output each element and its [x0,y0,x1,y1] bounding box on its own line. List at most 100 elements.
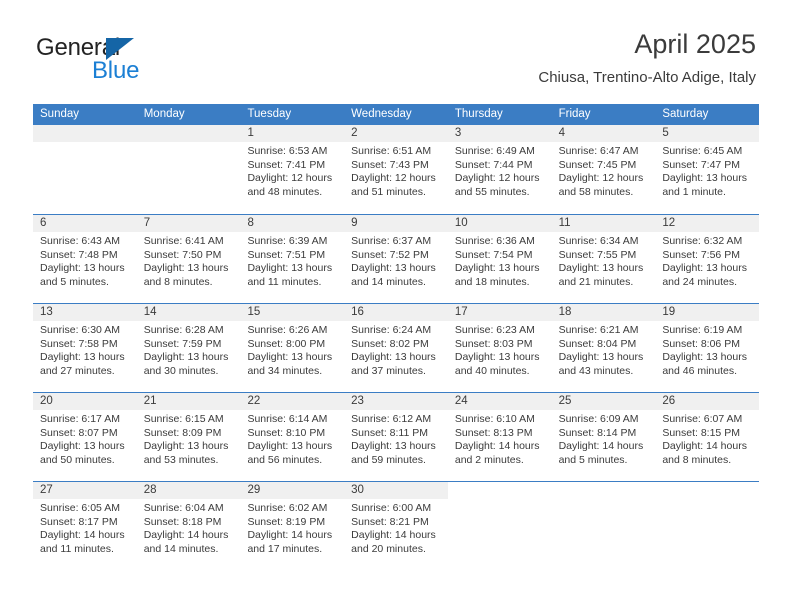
calendar-day-cell[interactable]: 17 Sunrise: 6:23 AM Sunset: 8:03 PM Dayligh… [447,304,552,392]
calendar-day-cell[interactable]: 28 Sunrise: 6:04 AM Sunset: 8:18 PM Dayligh… [136,482,241,570]
calendar-empty-cell [136,125,241,214]
day-details: Sunrise: 6:39 AM Sunset: 7:51 PM Daylight:… [240,232,344,289]
sunrise-text: Sunrise: 6:07 AM [662,413,743,425]
day-details: Sunrise: 6:45 AM Sunset: 7:47 PM Daylight:… [655,142,759,199]
day-details: Sunrise: 6:10 AM Sunset: 8:13 PM Daylight:… [448,410,552,467]
calendar-day-cell[interactable]: 16 Sunrise: 6:24 AM Sunset: 8:02 PM Dayligh… [344,304,448,392]
general-blue-logo[interactable]: General Blue [36,34,216,86]
daylight-text: Daylight: 13 hours and 11 minutes. [247,262,333,288]
sunset-text: Sunset: 7:55 PM [558,248,637,261]
calendar-page: General Blue April 2025 Chiusa, Trentino… [0,0,792,612]
day-number: 1 [240,125,345,142]
calendar-day-cell[interactable]: 5 Sunrise: 6:45 AM Sunset: 7:47 PM Daylight… [655,125,760,214]
day-number: 27 [33,482,137,499]
calendar-empty-cell [552,482,656,570]
calendar-day-cell[interactable]: 14 Sunrise: 6:28 AM Sunset: 7:59 PM Dayligh… [136,304,241,392]
sunset-text: Sunset: 7:48 PM [40,248,118,261]
calendar-day-cell[interactable]: 22 Sunrise: 6:14 AM Sunset: 8:10 PM Dayligh… [240,393,345,481]
day-number: 25 [551,393,656,410]
daylight-text: Daylight: 13 hours and 1 minute. [662,172,747,198]
calendar-day-cell[interactable]: 4 Sunrise: 6:47 AM Sunset: 7:45 PM Daylight… [551,125,656,214]
sunrise-text: Sunrise: 6:51 AM [351,145,432,157]
day-details: Sunrise: 6:41 AM Sunset: 7:50 PM Daylight:… [137,232,241,289]
calendar-day-cell[interactable]: 11 Sunrise: 6:34 AM Sunset: 7:55 PM Dayligh… [551,215,656,303]
calendar-day-cell[interactable]: 19 Sunrise: 6:19 AM Sunset: 8:06 PM Dayligh… [655,304,760,392]
day-number: 3 [447,125,552,142]
day-number [136,125,241,142]
day-details: Sunrise: 6:43 AM Sunset: 7:48 PM Daylight:… [33,232,137,289]
calendar-day-cell[interactable]: 27 Sunrise: 6:05 AM Sunset: 8:17 PM Dayligh… [33,482,137,570]
weekday-header-friday: Friday [558,108,591,120]
day-number: 4 [551,125,656,142]
sunset-text: Sunset: 8:06 PM [662,337,740,350]
sunrise-text: Sunrise: 6:10 AM [454,413,535,425]
sunrise-text: Sunrise: 6:28 AM [143,324,224,336]
calendar-day-cell[interactable]: 10 Sunrise: 6:36 AM Sunset: 7:54 PM Dayligh… [447,215,552,303]
day-details: Sunrise: 6:02 AM Sunset: 8:19 PM Daylight:… [240,499,344,556]
sunrise-text: Sunrise: 6:23 AM [454,324,535,336]
day-number: 13 [33,304,137,321]
sunset-text: Sunset: 7:51 PM [247,248,326,261]
calendar-day-cell[interactable]: 7 Sunrise: 6:41 AM Sunset: 7:50 PM Daylight… [136,215,241,303]
calendar-day-cell[interactable]: 1 Sunrise: 6:53 AM Sunset: 7:41 PM Daylight… [240,125,345,214]
sunrise-text: Sunrise: 6:09 AM [558,413,639,425]
day-details: Sunrise: 6:30 AM Sunset: 7:58 PM Daylight:… [33,321,137,378]
daylight-text: Daylight: 13 hours and 40 minutes. [454,351,540,377]
sunrise-text: Sunrise: 6:19 AM [662,324,743,336]
daylight-text: Daylight: 14 hours and 8 minutes. [662,440,747,466]
daylight-text: Daylight: 14 hours and 14 minutes. [143,529,229,555]
calendar-day-cell[interactable]: 20 Sunrise: 6:17 AM Sunset: 8:07 PM Dayligh… [33,393,137,481]
page-header: General Blue April 2025 Chiusa, Trentino… [0,0,792,100]
weekday-header-wednesday: Wednesday [351,108,412,120]
day-details: Sunrise: 6:24 AM Sunset: 8:02 PM Daylight:… [344,321,448,378]
sunset-text: Sunset: 8:07 PM [40,426,118,439]
daylight-text: Daylight: 14 hours and 20 minutes. [351,529,436,555]
day-details: Sunrise: 6:09 AM Sunset: 8:14 PM Daylight:… [552,410,656,467]
sunset-text: Sunset: 7:47 PM [662,158,740,171]
calendar-day-cell[interactable]: 9 Sunrise: 6:37 AM Sunset: 7:52 PM Daylight… [344,215,448,303]
daylight-text: Daylight: 14 hours and 11 minutes. [40,529,125,555]
day-number: 7 [136,215,241,232]
day-details: Sunrise: 6:15 AM Sunset: 8:09 PM Daylight:… [137,410,241,467]
day-details: Sunrise: 6:34 AM Sunset: 7:55 PM Daylight:… [552,232,656,289]
sunset-text: Sunset: 8:21 PM [351,515,429,528]
sunset-text: Sunset: 7:52 PM [351,248,429,261]
calendar-day-cell[interactable]: 15 Sunrise: 6:26 AM Sunset: 8:00 PM Dayligh… [240,304,345,392]
calendar-week-row: 13 Sunrise: 6:30 AM Sunset: 7:58 PM Dayligh… [33,303,760,392]
calendar-day-cell[interactable]: 3 Sunrise: 6:49 AM Sunset: 7:44 PM Daylight… [447,125,552,214]
daylight-text: Daylight: 14 hours and 17 minutes. [247,529,333,555]
calendar-day-cell[interactable]: 30 Sunrise: 6:00 AM Sunset: 8:21 PM Dayligh… [344,482,448,570]
calendar-day-cell[interactable]: 23 Sunrise: 6:12 AM Sunset: 8:11 PM Dayligh… [344,393,448,481]
weekday-header-saturday: Saturday [662,108,709,120]
calendar-day-cell[interactable]: 21 Sunrise: 6:15 AM Sunset: 8:09 PM Dayligh… [136,393,241,481]
sunrise-text: Sunrise: 6:15 AM [143,413,224,425]
calendar-day-cell[interactable]: 24 Sunrise: 6:10 AM Sunset: 8:13 PM Dayligh… [447,393,552,481]
calendar-day-cell[interactable]: 6 Sunrise: 6:43 AM Sunset: 7:48 PM Daylight… [33,215,137,303]
sunrise-text: Sunrise: 6:49 AM [454,145,535,157]
daylight-text: Daylight: 13 hours and 56 minutes. [247,440,333,466]
sunrise-text: Sunrise: 6:26 AM [247,324,328,336]
calendar-day-cell[interactable]: 26 Sunrise: 6:07 AM Sunset: 8:15 PM Dayligh… [655,393,760,481]
day-number: 6 [33,215,137,232]
sunset-text: Sunset: 8:14 PM [558,426,637,439]
calendar-day-cell[interactable]: 18 Sunrise: 6:21 AM Sunset: 8:04 PM Dayligh… [551,304,656,392]
calendar-day-cell[interactable]: 25 Sunrise: 6:09 AM Sunset: 8:14 PM Dayligh… [551,393,656,481]
sunrise-text: Sunrise: 6:02 AM [247,502,328,514]
calendar-day-cell[interactable]: 12 Sunrise: 6:32 AM Sunset: 7:56 PM Dayligh… [655,215,760,303]
sunset-text: Sunset: 8:15 PM [662,426,740,439]
daylight-text: Daylight: 13 hours and 24 minutes. [662,262,747,288]
sunset-text: Sunset: 8:11 PM [351,426,429,439]
calendar-day-cell[interactable]: 13 Sunrise: 6:30 AM Sunset: 7:58 PM Dayligh… [33,304,137,392]
calendar-day-cell[interactable]: 29 Sunrise: 6:02 AM Sunset: 8:19 PM Dayligh… [240,482,345,570]
weekday-header-monday: Monday [143,108,185,120]
title-block: April 2025 Chiusa, Trentino-Alto Adige, … [538,28,756,87]
day-number: 21 [136,393,241,410]
weekday-header-tuesday: Tuesday [247,108,292,120]
sunrise-text: Sunrise: 6:12 AM [351,413,432,425]
daylight-text: Daylight: 13 hours and 53 minutes. [143,440,229,466]
sunrise-text: Sunrise: 6:00 AM [351,502,432,514]
calendar-day-cell[interactable]: 2 Sunrise: 6:51 AM Sunset: 7:43 PM Daylight… [344,125,448,214]
calendar-weeks: 1 Sunrise: 6:53 AM Sunset: 7:41 PM Daylight… [33,125,760,570]
calendar-day-cell[interactable]: 8 Sunrise: 6:39 AM Sunset: 7:51 PM Daylight… [240,215,345,303]
sunset-text: Sunset: 7:54 PM [454,248,533,261]
